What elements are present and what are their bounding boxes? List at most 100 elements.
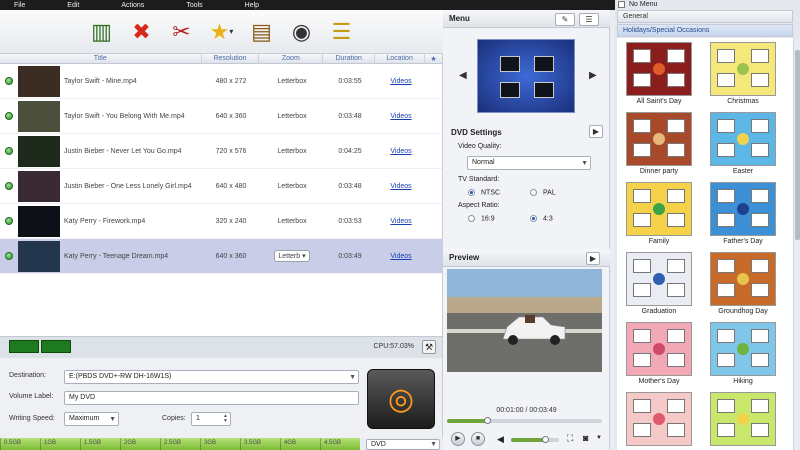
video-duration: 0:03:55 (338, 77, 362, 85)
chevron-down-icon: ▼ (109, 416, 116, 423)
template-name: Christmas (727, 98, 759, 105)
row-checkbox[interactable] (0, 182, 18, 190)
writing-speed-select[interactable]: Maximum ▼ (64, 412, 119, 426)
zoom-select[interactable]: Letterb ▾ (274, 250, 310, 262)
preview-seek-slider[interactable] (447, 419, 602, 423)
menu-template[interactable]: Groundhog Day (703, 252, 783, 320)
play-button[interactable]: ▶ (451, 432, 465, 446)
menu-actions[interactable]: Actions (121, 2, 144, 9)
location-link[interactable]: Videos (390, 183, 411, 190)
menu-help[interactable]: Help (245, 2, 259, 9)
menu-template[interactable]: Hiking (703, 322, 783, 390)
chevron-down-icon: ▼ (581, 160, 588, 167)
menu-template[interactable]: Father's Day (703, 182, 783, 250)
table-row[interactable]: Katy Perry - Teenage Dream.mp4 640 x 360… (0, 239, 442, 274)
aspect-169-radio[interactable]: 16:9 (468, 215, 495, 222)
menu-template[interactable]: Easter (703, 112, 783, 180)
col-title[interactable]: Title (0, 54, 202, 63)
menu-template[interactable]: Family (619, 182, 699, 250)
video-title: Justin Bieber - One Less Lonely Girl.mp4 (64, 182, 192, 190)
menu-edit[interactable]: Edit (67, 2, 79, 9)
prev-menu-icon[interactable]: ◀ (459, 70, 467, 81)
template-group-general[interactable]: General (617, 10, 793, 23)
disc-button[interactable]: ◉ (287, 17, 317, 47)
next-menu-icon[interactable]: ▶ (589, 70, 597, 81)
menu-bar: File Edit Actions Tools Help (0, 0, 615, 10)
menu-template[interactable]: All Saint's Day (619, 42, 699, 110)
disc-type-select[interactable]: DVD ▼ (366, 439, 440, 450)
zoom-mode[interactable]: Letterb ▾ (260, 250, 324, 262)
menu-file[interactable]: File (14, 2, 25, 9)
row-checkbox[interactable] (0, 112, 18, 120)
col-zoom[interactable]: Zoom (259, 54, 324, 63)
table-row[interactable]: Justin Bieber - One Less Lonely Girl.mp4… (0, 169, 442, 204)
subtitle-button[interactable]: ▤ (247, 17, 277, 47)
video-location[interactable]: Videos (376, 218, 426, 225)
aspect-43-radio[interactable]: 4:3 (530, 215, 553, 222)
burn-button[interactable]: ◎ (367, 369, 435, 429)
video-location[interactable]: Videos (376, 148, 426, 155)
row-checkbox[interactable] (0, 147, 18, 155)
volume-label-input[interactable]: My DVD (64, 391, 359, 405)
edit-menu-button[interactable]: ✎ (555, 13, 575, 26)
col-location[interactable]: Location (375, 54, 426, 63)
video-quality-select[interactable]: Normal ▼ (467, 156, 591, 170)
add-video-button[interactable]: ▥ (87, 17, 117, 47)
table-row[interactable]: Taylor Swift - Mine.mp4 480 x 272 Letter… (0, 64, 442, 99)
fullscreen-icon[interactable]: ⛶ (567, 433, 573, 444)
location-link[interactable]: Videos (390, 78, 411, 85)
location-link[interactable]: Videos (390, 113, 411, 120)
menu-list-button[interactable]: ☰ (579, 13, 599, 26)
menu-template[interactable]: Christmas (703, 42, 783, 110)
template-scrollbar[interactable] (793, 38, 800, 450)
video-location[interactable]: Videos (376, 78, 426, 85)
effects-button[interactable]: ★ ▾ (207, 17, 237, 47)
volume-slider[interactable] (511, 438, 559, 442)
ntsc-radio[interactable]: NTSC (468, 189, 500, 196)
menu-template[interactable] (703, 392, 783, 450)
col-resolution[interactable]: Resolution (202, 54, 260, 63)
location-link[interactable]: Videos (390, 218, 411, 225)
location-link[interactable]: Videos (390, 148, 411, 155)
volume-handle[interactable] (541, 436, 549, 443)
menu-template[interactable]: Graduation (619, 252, 699, 320)
copies-stepper[interactable]: 1 ▲ ▼ (191, 412, 231, 426)
volume-icon[interactable]: ◀ (497, 434, 504, 445)
video-location[interactable]: Videos (376, 183, 426, 190)
checked-icon (5, 147, 13, 155)
dvd-settings-expand-button[interactable]: ▶ (589, 125, 603, 138)
col-star[interactable]: ★ (425, 54, 442, 63)
video-preview[interactable] (447, 269, 602, 372)
delete-button[interactable]: ✖ (127, 17, 157, 47)
video-location[interactable]: Videos (376, 253, 426, 260)
chevron-down-icon[interactable]: ▼ (596, 435, 602, 441)
checked-icon (5, 112, 13, 120)
row-checkbox[interactable] (0, 217, 18, 225)
pal-radio[interactable]: PAL (530, 189, 556, 196)
row-checkbox[interactable] (0, 252, 18, 260)
location-link[interactable]: Videos (390, 253, 411, 260)
scrollbar-thumb[interactable] (795, 50, 800, 240)
preview-expand-button[interactable]: ▶ (586, 252, 600, 265)
table-row[interactable]: Justin Bieber - Never Let You Go.mp4 720… (0, 134, 442, 169)
menu-template[interactable] (619, 392, 699, 450)
menu-template[interactable]: Mother's Day (619, 322, 699, 390)
cut-button[interactable]: ✂ (167, 17, 197, 47)
menu-tools[interactable]: Tools (186, 2, 202, 9)
no-menu-option[interactable]: No Menu (617, 0, 798, 9)
stop-button[interactable]: ■ (471, 432, 485, 446)
template-group-holidays[interactable]: Holidays/Special Occasions (617, 24, 793, 37)
settings-wrench-button[interactable]: ⚒ (422, 340, 436, 354)
snapshot-camera-icon[interactable]: ◙ (583, 433, 588, 443)
menu-preview-thumbnail[interactable] (477, 39, 575, 113)
chapter-list-button[interactable]: ☰ (327, 17, 357, 47)
checked-icon (5, 182, 13, 190)
col-duration[interactable]: Duration (323, 54, 376, 63)
menu-thumb (500, 82, 520, 98)
video-location[interactable]: Videos (376, 113, 426, 120)
table-row[interactable]: Taylor Swift - You Belong With Me.mp4 64… (0, 99, 442, 134)
table-row[interactable]: Katy Perry - Firework.mp4 320 x 240 Lett… (0, 204, 442, 239)
menu-template[interactable]: Dinner party (619, 112, 699, 180)
destination-select[interactable]: E:(PBDS DVD+-RW DH-16W1S) ▼ (64, 370, 359, 384)
row-checkbox[interactable] (0, 77, 18, 85)
